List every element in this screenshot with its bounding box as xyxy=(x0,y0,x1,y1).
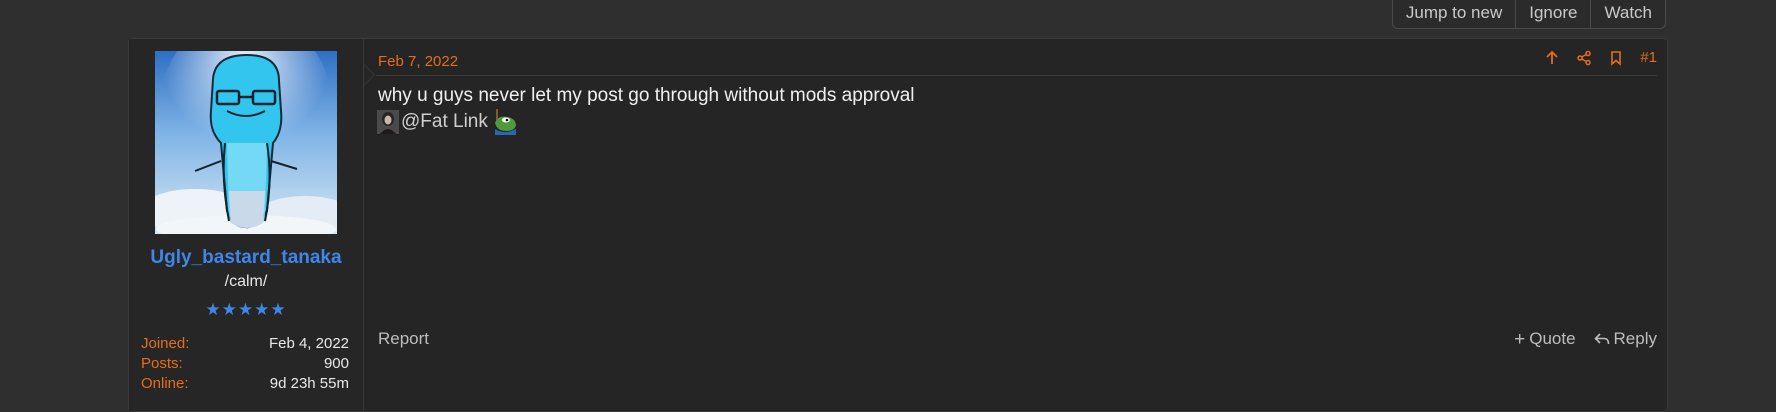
user-rating-stars: ★★★★★ xyxy=(205,300,287,319)
stat-value: Feb 4, 2022 xyxy=(268,335,349,352)
stat-label: Joined: xyxy=(141,335,190,352)
reply-arrow-icon xyxy=(1593,331,1610,347)
post-actions: #1 xyxy=(1544,49,1657,66)
user-panel: Ugly_bastard_tanaka /calm/ ★★★★★ Joined:… xyxy=(129,39,375,411)
quote-button[interactable]: + Quote xyxy=(1514,329,1575,349)
ignore-button[interactable]: Ignore xyxy=(1515,0,1590,28)
watch-button[interactable]: Watch xyxy=(1590,0,1665,28)
quote-label: Quote xyxy=(1529,329,1576,348)
stat-value: 900 xyxy=(323,355,349,372)
bookmark-icon[interactable] xyxy=(1608,50,1624,66)
stat-label: Online: xyxy=(141,375,189,392)
stat-online: Online: 9d 23h 55m xyxy=(141,375,349,392)
thread-toolbar: Jump to new Ignore Watch xyxy=(0,0,1776,36)
share-icon[interactable] xyxy=(1576,50,1592,66)
jump-to-new-button[interactable]: Jump to new xyxy=(1393,0,1515,28)
report-link[interactable]: Report xyxy=(378,329,429,349)
stat-posts: Posts: 900 xyxy=(141,355,349,372)
mention-link[interactable]: @Fat Link xyxy=(401,111,488,133)
post-content: Feb 7, 2022 #1 why u guys never let my p… xyxy=(364,39,1667,411)
post-footer-actions: + Quote Reply xyxy=(1514,329,1657,349)
header-divider xyxy=(376,75,1657,76)
post-number-link[interactable]: #1 xyxy=(1640,49,1657,66)
pepe-emoji-icon xyxy=(492,109,518,135)
avatar[interactable] xyxy=(155,51,337,234)
forum-post: Ugly_bastard_tanaka /calm/ ★★★★★ Joined:… xyxy=(128,38,1668,412)
mention-line: @Fat Link xyxy=(377,109,518,135)
stat-joined: Joined: Feb 4, 2022 xyxy=(141,335,349,352)
reply-label: Reply xyxy=(1613,329,1657,348)
arrow-up-icon[interactable] xyxy=(1544,50,1560,66)
stat-label: Posts: xyxy=(141,355,183,372)
mention-avatar[interactable] xyxy=(377,110,399,134)
user-title: /calm/ xyxy=(224,273,268,290)
post-date-link[interactable]: Feb 7, 2022 xyxy=(378,53,458,70)
reply-button[interactable]: Reply xyxy=(1593,329,1657,349)
stat-value: 9d 23h 55m xyxy=(269,375,349,392)
username-link[interactable]: Ugly_bastard_tanaka xyxy=(129,247,363,269)
post-body: why u guys never let my post go through … xyxy=(378,85,915,106)
plus-icon: + xyxy=(1514,328,1526,350)
thread-button-group: Jump to new Ignore Watch xyxy=(1391,0,1666,29)
